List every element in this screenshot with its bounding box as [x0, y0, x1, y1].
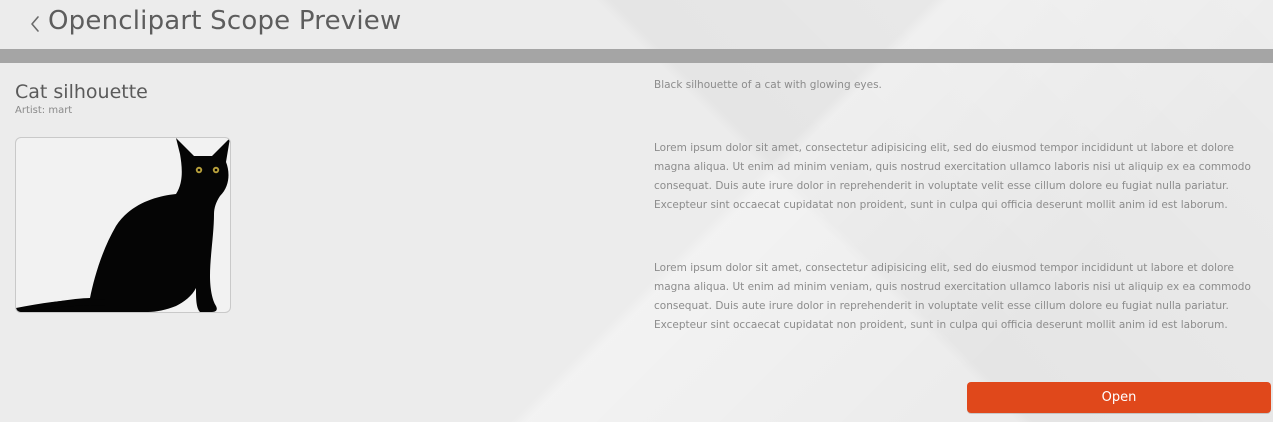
- page-title: Openclipart Scope Preview: [48, 6, 402, 36]
- description-paragraph-1: Lorem ipsum dolor sit amet, consectetur …: [654, 142, 1251, 211]
- item-header: Cat silhouette Artist: mart: [15, 80, 615, 116]
- chevron-left-icon: [30, 15, 40, 33]
- description-paragraph-2: Lorem ipsum dolor sit amet, consectetur …: [654, 262, 1251, 331]
- summary-text: Black silhouette of a cat with glowing e…: [654, 79, 882, 91]
- description-panel: Black silhouette of a cat with glowing e…: [654, 76, 1260, 335]
- artist-label: Artist: mart: [15, 105, 73, 116]
- header-divider: [0, 49, 1273, 63]
- back-button[interactable]: [26, 11, 44, 37]
- header-bar: Openclipart Scope Preview: [0, 0, 1273, 48]
- cat-silhouette-image: [16, 138, 230, 312]
- open-button[interactable]: Open: [967, 382, 1271, 413]
- preview-image: [15, 137, 231, 313]
- item-title: Cat silhouette: [15, 81, 148, 103]
